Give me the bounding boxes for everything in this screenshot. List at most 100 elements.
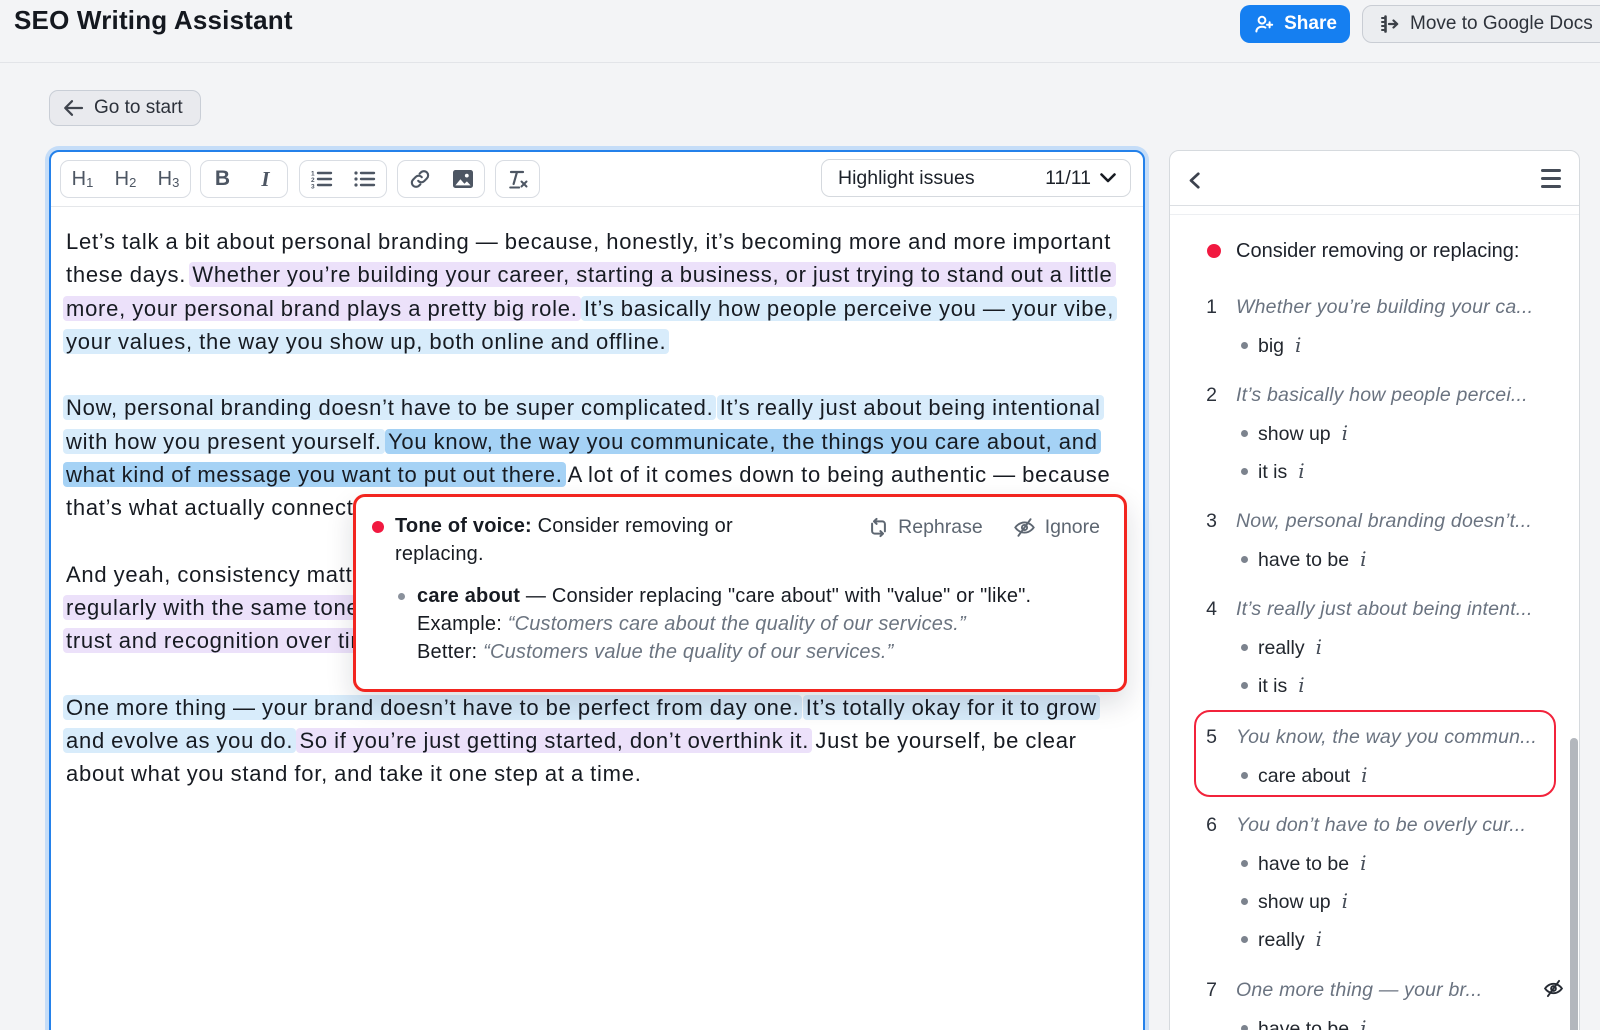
issue-quote[interactable]: You know, the way you commun... bbox=[1236, 726, 1537, 749]
bullet-dot bbox=[1241, 772, 1248, 779]
issue-term-row[interactable]: show upi bbox=[1170, 419, 1579, 447]
issue-item-5[interactable]: 5You know, the way you commun... bbox=[1170, 723, 1579, 751]
issue-term-row[interactable]: have to bei bbox=[1170, 545, 1579, 573]
info-icon[interactable]: i bbox=[1342, 889, 1348, 913]
issue-term[interactable]: it isi bbox=[1258, 673, 1305, 698]
issue-term[interactable]: it isi bbox=[1258, 459, 1305, 484]
bullet-dot bbox=[1241, 1025, 1248, 1030]
plain-text: And yeah, consistency matters. bbox=[66, 562, 398, 587]
issue-quote[interactable]: Whether you’re building your ca... bbox=[1236, 296, 1533, 319]
issue-term[interactable]: reallyi bbox=[1258, 635, 1322, 660]
highlighted-text[interactable]: with how you present yourself. bbox=[63, 429, 385, 454]
chevron-down-icon bbox=[1091, 173, 1116, 183]
h2-button[interactable]: H2 bbox=[104, 161, 147, 197]
issue-quote[interactable]: One more thing — your br... bbox=[1236, 979, 1482, 1002]
bullet-list-button[interactable] bbox=[343, 161, 386, 197]
info-icon[interactable]: i bbox=[1316, 927, 1322, 951]
issue-term[interactable]: have to bei bbox=[1258, 1016, 1366, 1030]
link-button[interactable] bbox=[398, 161, 441, 197]
info-icon[interactable]: i bbox=[1316, 635, 1322, 659]
issue-term[interactable]: show upi bbox=[1258, 889, 1348, 914]
bullet-dot bbox=[1241, 556, 1248, 563]
editor-paragraph: Let’s talk a bit about personal branding… bbox=[66, 225, 1143, 358]
plain-text: these days. bbox=[66, 262, 192, 287]
highlighted-text[interactable]: and evolve as you do. bbox=[63, 728, 296, 753]
issue-term[interactable]: show upi bbox=[1258, 421, 1348, 446]
issue-quote[interactable]: It’s really just about being intent... bbox=[1236, 598, 1533, 621]
info-icon[interactable]: i bbox=[1298, 673, 1304, 697]
share-button[interactable]: Share bbox=[1240, 5, 1350, 43]
issue-term-row[interactable]: have to bei bbox=[1170, 849, 1579, 877]
issue-term-row[interactable]: have to bei bbox=[1170, 1014, 1579, 1030]
bullet-dot bbox=[1241, 430, 1248, 437]
issue-term-row[interactable]: reallyi bbox=[1170, 925, 1579, 953]
issues-red-dot bbox=[1207, 244, 1221, 258]
move-to-google-docs-button[interactable]: Move to Google Docs bbox=[1362, 5, 1600, 43]
issue-term[interactable]: care abouti bbox=[1258, 763, 1368, 788]
ignore-button[interactable]: Ignore bbox=[1013, 516, 1100, 539]
highlighted-text[interactable]: So if you’re just getting started, don’t… bbox=[296, 728, 812, 753]
issue-item-7[interactable]: 7One more thing — your br... bbox=[1170, 976, 1579, 1004]
collapse-sidebar-button[interactable] bbox=[1185, 171, 1203, 189]
h3-button[interactable]: H3 bbox=[147, 161, 190, 197]
highlighted-text[interactable]: It’s really just about being intentional bbox=[717, 395, 1104, 420]
highlighted-text[interactable]: It’s totally okay for it to grow bbox=[803, 695, 1100, 720]
issue-item-6[interactable]: 6You don’t have to be overly cur... bbox=[1170, 811, 1579, 839]
eye-off-icon[interactable] bbox=[1543, 978, 1563, 998]
clear-formatting-button[interactable] bbox=[496, 161, 539, 197]
plain-text: Let’s talk a bit about personal branding… bbox=[66, 229, 1111, 254]
info-icon[interactable]: i bbox=[1342, 421, 1348, 445]
issue-quote[interactable]: It’s basically how people percei... bbox=[1236, 384, 1528, 407]
image-button[interactable] bbox=[441, 161, 484, 197]
issue-item-2[interactable]: 2It’s basically how people percei... bbox=[1170, 381, 1579, 409]
info-icon[interactable]: i bbox=[1361, 763, 1367, 787]
highlighted-text[interactable]: It’s basically how people perceive you —… bbox=[581, 296, 1117, 321]
highlighted-text[interactable]: Now, personal branding doesn’t have to b… bbox=[63, 395, 716, 420]
info-icon[interactable]: i bbox=[1360, 1016, 1366, 1030]
highlight-issues-dropdown[interactable]: Highlight issues 11/11 bbox=[821, 159, 1131, 197]
info-icon[interactable]: i bbox=[1360, 547, 1366, 571]
issue-term-row[interactable]: bigi bbox=[1170, 331, 1579, 359]
issues-sidebar: Consider removing or replacing: 1Whether… bbox=[1169, 150, 1580, 1030]
sidebar-scrollbar[interactable] bbox=[1570, 738, 1578, 1030]
info-icon[interactable]: i bbox=[1295, 333, 1301, 357]
issue-quote[interactable]: Now, personal branding doesn’t... bbox=[1236, 510, 1532, 533]
issue-term[interactable]: have to bei bbox=[1258, 547, 1366, 572]
highlighted-text[interactable]: what kind of message you want to put out… bbox=[63, 462, 566, 487]
issue-term-row[interactable]: reallyi bbox=[1170, 633, 1579, 661]
issue-red-dot bbox=[372, 521, 384, 533]
h1-button[interactable]: H1 bbox=[61, 161, 104, 197]
issue-term-row[interactable]: care abouti bbox=[1170, 761, 1579, 789]
popup-detail: care about — Consider replacing "care ab… bbox=[417, 582, 1031, 666]
highlighted-text[interactable]: trust and recognition over time. bbox=[63, 628, 392, 653]
go-to-start-button[interactable]: Go to start bbox=[49, 90, 201, 126]
italic-button[interactable]: I bbox=[244, 161, 287, 197]
heading-letter: H bbox=[72, 168, 86, 191]
popup-better-line: Better: “Customers value the quality of … bbox=[417, 638, 1031, 666]
highlighted-text[interactable]: your values, the way you show up, both o… bbox=[63, 329, 669, 354]
highlighted-text[interactable]: Whether you’re building your career, sta… bbox=[189, 262, 1115, 287]
issue-term-row[interactable]: it isi bbox=[1170, 671, 1579, 699]
issue-term[interactable]: have to bei bbox=[1258, 851, 1366, 876]
menu-icon[interactable] bbox=[1541, 169, 1561, 188]
issue-item-3[interactable]: 3Now, personal branding doesn’t... bbox=[1170, 507, 1579, 535]
issue-term-row[interactable]: it isi bbox=[1170, 457, 1579, 485]
highlighted-text[interactable]: One more thing — your brand doesn’t have… bbox=[63, 695, 802, 720]
bold-button[interactable]: B bbox=[201, 161, 244, 197]
heading-buttons-group: H1H2H3 bbox=[60, 160, 191, 198]
sidebar-subline bbox=[1170, 214, 1579, 215]
highlighted-text[interactable]: more, your personal brand plays a pretty… bbox=[63, 296, 581, 321]
ordered-list-button[interactable]: 1 2 3 bbox=[300, 161, 343, 197]
issue-term-row[interactable]: show upi bbox=[1170, 887, 1579, 915]
issue-item-1[interactable]: 1Whether you’re building your ca... bbox=[1170, 293, 1579, 321]
bullet-dot bbox=[1241, 682, 1248, 689]
info-icon[interactable]: i bbox=[1360, 851, 1366, 875]
issue-quote[interactable]: You don’t have to be overly cur... bbox=[1236, 814, 1526, 837]
issue-term[interactable]: bigi bbox=[1258, 333, 1301, 358]
insert-buttons-group bbox=[397, 160, 485, 198]
info-icon[interactable]: i bbox=[1298, 459, 1304, 483]
highlighted-text[interactable]: You know, the way you communicate, the t… bbox=[385, 429, 1101, 454]
rephrase-button[interactable]: Rephrase bbox=[868, 516, 983, 539]
issue-item-4[interactable]: 4It’s really just about being intent... bbox=[1170, 595, 1579, 623]
issue-term[interactable]: reallyi bbox=[1258, 927, 1322, 952]
